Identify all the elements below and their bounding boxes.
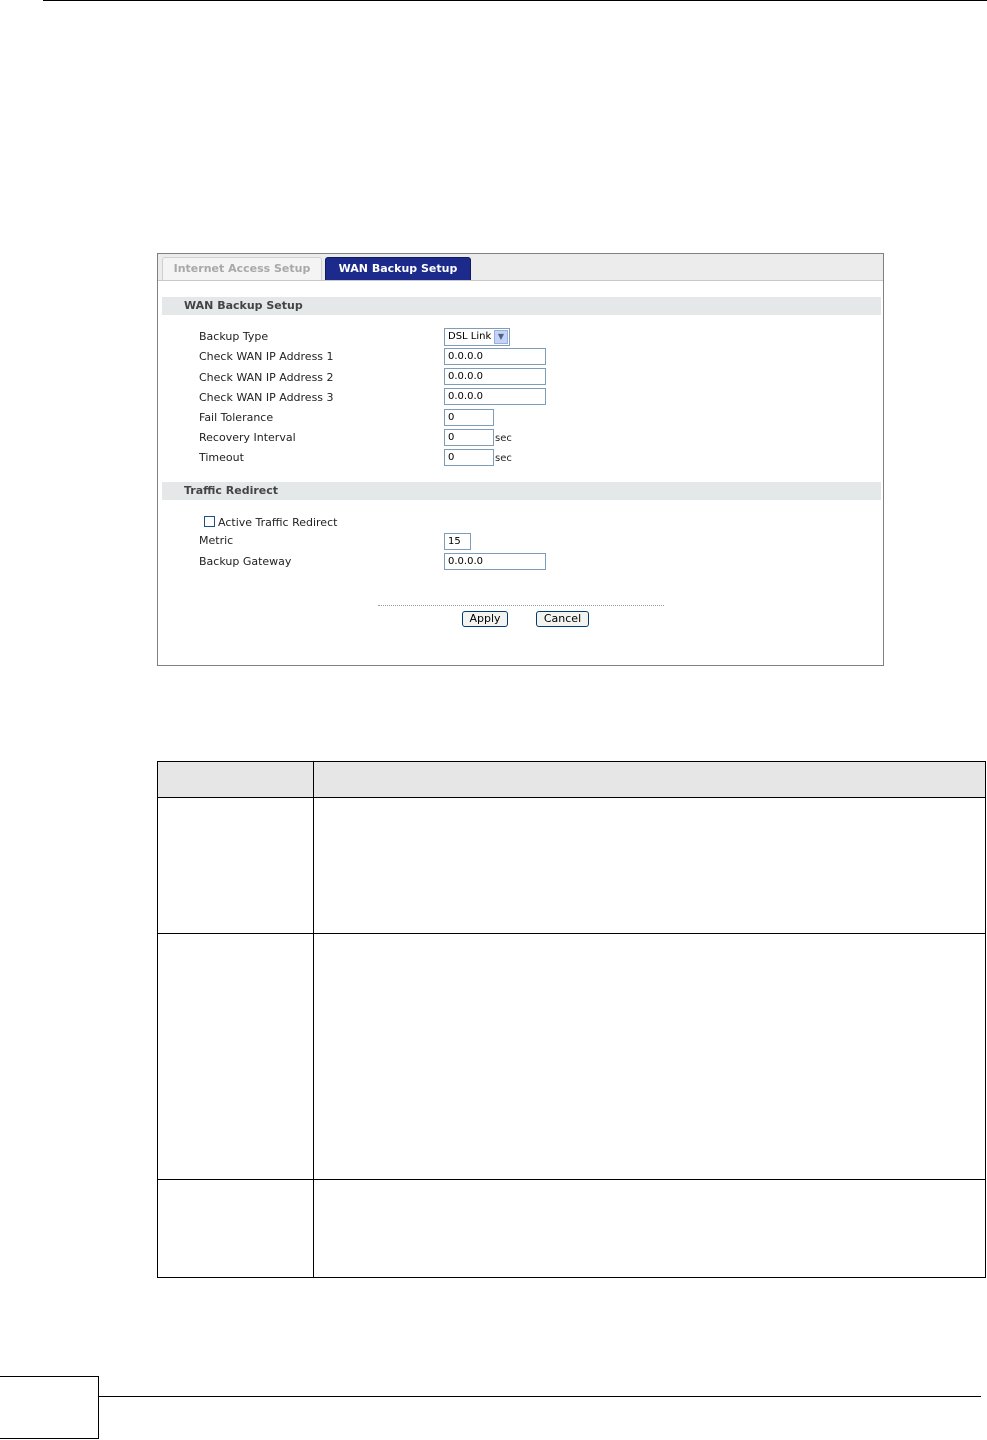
- check-wan-ip-1-label: Check WAN IP Address 1: [199, 350, 334, 363]
- tab-bar: Internet Access Setup WAN Backup Setup: [158, 254, 883, 281]
- timeout-unit: sec: [495, 453, 512, 464]
- chevron-down-icon[interactable]: ▼: [494, 330, 508, 344]
- button-separator: [378, 605, 664, 606]
- cancel-button[interactable]: Cancel: [536, 611, 589, 627]
- tab-wan-backup-setup[interactable]: WAN Backup Setup: [325, 257, 471, 280]
- backup-type-value: DSL Link: [448, 331, 492, 342]
- footer-rule: [99, 1396, 981, 1397]
- tab-internet-access-setup[interactable]: Internet Access Setup: [162, 257, 322, 280]
- recovery-interval-input[interactable]: 0: [444, 429, 494, 446]
- metric-label: Metric: [199, 534, 234, 547]
- timeout-input[interactable]: 0: [444, 449, 494, 466]
- apply-button[interactable]: Apply: [462, 611, 508, 627]
- active-traffic-redirect-checkbox[interactable]: [204, 516, 215, 527]
- backup-gateway-label: Backup Gateway: [199, 555, 292, 568]
- check-wan-ip-1-input[interactable]: 0.0.0.0: [444, 348, 546, 365]
- timeout-label: Timeout: [199, 451, 244, 464]
- table-column-divider: [313, 762, 314, 1277]
- section-header-traffic-redirect: Traffic Redirect: [162, 482, 881, 500]
- table-row: [158, 798, 985, 934]
- backup-type-label: Backup Type: [199, 330, 269, 343]
- check-wan-ip-2-input[interactable]: 0.0.0.0: [444, 368, 546, 385]
- check-wan-ip-3-label: Check WAN IP Address 3: [199, 391, 334, 404]
- recovery-interval-unit: sec: [495, 433, 512, 444]
- table-row: [158, 1180, 985, 1277]
- table-row: [158, 934, 985, 1180]
- metric-input[interactable]: 15: [444, 533, 471, 550]
- section-header-wan-backup: WAN Backup Setup: [162, 297, 881, 315]
- backup-type-select[interactable]: DSL Link ▼: [444, 328, 510, 346]
- check-wan-ip-3-input[interactable]: 0.0.0.0: [444, 388, 546, 405]
- wan-backup-screenshot: Internet Access Setup WAN Backup Setup W…: [157, 253, 884, 666]
- top-rule: [43, 0, 987, 1]
- fail-tolerance-input[interactable]: 0: [444, 409, 494, 426]
- description-table: [157, 761, 986, 1278]
- check-wan-ip-2-label: Check WAN IP Address 2: [199, 371, 334, 384]
- table-header-row: [158, 762, 985, 798]
- page-number-box: [0, 1376, 99, 1439]
- recovery-interval-label: Recovery Interval: [199, 431, 296, 444]
- fail-tolerance-label: Fail Tolerance: [199, 411, 274, 424]
- backup-gateway-input[interactable]: 0.0.0.0: [444, 553, 546, 570]
- active-traffic-redirect-label: Active Traffic Redirect: [218, 516, 338, 529]
